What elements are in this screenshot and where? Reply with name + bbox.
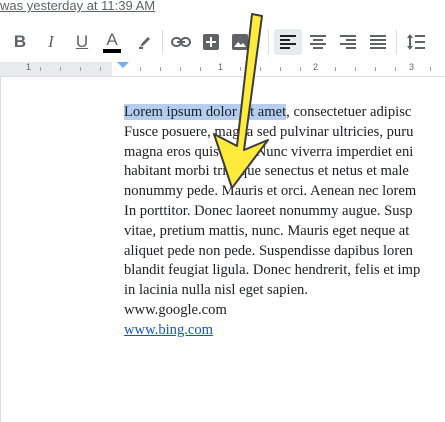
- text-line: www.bing.com: [124, 321, 445, 341]
- ruler-tick: [140, 67, 141, 71]
- toolbar-separator: [162, 30, 163, 54]
- ruler-tick: [375, 67, 376, 71]
- text-line: habitant morbi tristique senectus et net…: [124, 163, 409, 180]
- insert-link-button[interactable]: [167, 28, 195, 56]
- formatting-toolbar: B I U A: [0, 22, 445, 63]
- align-left-button[interactable]: [274, 28, 302, 56]
- insert-image-icon: [232, 34, 248, 50]
- toolbar-separator: [396, 30, 397, 54]
- underline-button[interactable]: U: [68, 28, 96, 56]
- text-line: Lorem ipsum dolor sit amet, consectetuer…: [124, 103, 445, 123]
- document-body[interactable]: Lorem ipsum dolor sit amet, consectetuer…: [124, 103, 445, 341]
- text-line: Fusce posuere, magna sed pulvinar ultric…: [124, 123, 414, 140]
- align-center-icon: [310, 35, 326, 49]
- ruler-number: 2: [313, 62, 319, 72]
- ruler-number: 3: [409, 62, 415, 72]
- toolbar-separator: [268, 30, 269, 54]
- ruler-tick: [60, 67, 61, 71]
- link-icon: [171, 37, 191, 47]
- text-color-swatch: [103, 49, 121, 53]
- ruler-tick: [280, 67, 281, 71]
- align-left-icon: [280, 35, 296, 49]
- text-line: in lacinia nulla nisl eget sapien.: [124, 282, 308, 299]
- ruler-tick: [160, 67, 161, 71]
- ruler-tick: [430, 67, 431, 71]
- text-line: nonummy pede. Mauris et orci. Aenean nec…: [124, 183, 417, 200]
- top-bar: was yesterday at 11:39 AM: [0, 0, 445, 22]
- ruler-tick: [395, 67, 396, 71]
- insert-image-button[interactable]: [226, 28, 254, 56]
- first-line-indent-marker[interactable]: [117, 62, 129, 68]
- text-line: vitae, pretium mattis, nunc. Mauris eget…: [124, 222, 410, 239]
- ruler-tick: [355, 67, 356, 71]
- ruler-tick: [100, 67, 101, 71]
- insert-comment-button[interactable]: [197, 28, 225, 56]
- insert-comment-icon: [203, 34, 219, 50]
- text-line: aliquet pede non pede. Suspendisse dapib…: [124, 242, 413, 259]
- ruler-tick: [240, 67, 241, 71]
- bold-button[interactable]: B: [6, 28, 34, 56]
- selected-text[interactable]: Lorem ipsum dolor sit amet: [124, 104, 287, 120]
- text-line-rest: , consectetuer adipisc: [286, 104, 412, 120]
- align-center-button[interactable]: [304, 28, 332, 56]
- ruler-tick: [200, 67, 201, 71]
- text-line: In porttitor. Donec laoreet nonummy augu…: [124, 202, 413, 219]
- line-spacing-icon: [407, 34, 425, 50]
- ruler[interactable]: 1 1 2 3: [0, 62, 445, 77]
- ruler-tick: [80, 67, 81, 71]
- line-spacing-button[interactable]: [402, 28, 430, 56]
- highlight-color-button[interactable]: [131, 28, 159, 56]
- text-color-icon: A: [106, 30, 118, 49]
- text-line: magna eros quis urna. Nunc viverra imper…: [124, 143, 414, 160]
- align-justify-icon: [370, 35, 386, 49]
- text-line: blandit feugiat ligula. Donec hendrerit,…: [124, 262, 421, 279]
- ruler-left-margin: [0, 62, 112, 76]
- ruler-tick: [335, 67, 336, 71]
- align-right-icon: [340, 35, 356, 49]
- ruler-tick: [180, 67, 181, 71]
- ruler-tick: [40, 67, 41, 71]
- text-line: www.google.com: [124, 301, 227, 318]
- bing-link[interactable]: www.bing.com: [124, 322, 213, 338]
- last-edit-link[interactable]: was yesterday at 11:39 AM: [0, 0, 155, 13]
- align-right-button[interactable]: [334, 28, 362, 56]
- text-color-button[interactable]: A: [98, 28, 126, 56]
- ruler-number: 1: [26, 62, 32, 72]
- highlighter-icon: [139, 37, 150, 49]
- ruler-tick: [300, 67, 301, 71]
- ruler-tick: [260, 67, 261, 71]
- justify-button[interactable]: [364, 28, 392, 56]
- ruler-number: 1: [218, 62, 224, 72]
- italic-button[interactable]: I: [37, 28, 65, 56]
